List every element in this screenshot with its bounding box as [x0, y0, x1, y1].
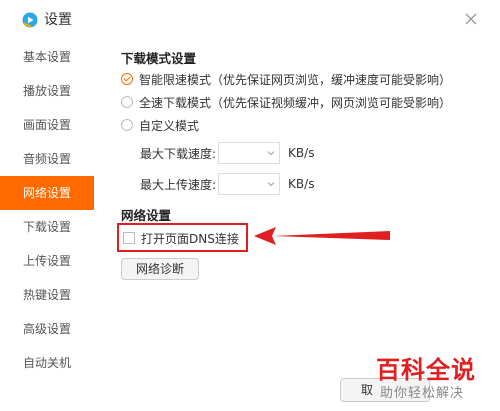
- radio-smart-limit[interactable]: 智能限速模式（优先保证网页浏览，缓冲速度可能受影响）: [121, 69, 451, 89]
- sidebar-item-network[interactable]: 网络设置: [0, 176, 94, 210]
- watermark-sub: 助你轻松解决: [380, 386, 465, 401]
- radio-custom-label: 自定义模式: [139, 118, 200, 133]
- dns-connect-label: 打开页面DNS连接: [141, 231, 239, 246]
- sidebar-item-picture[interactable]: 画面设置: [0, 108, 94, 142]
- network-diagnose-button[interactable]: 网络诊断: [121, 258, 199, 280]
- sidebar-item-hotkey[interactable]: 热键设置: [0, 278, 94, 312]
- max-download-unit: KB/s: [288, 146, 315, 160]
- dns-connect-checkbox-row[interactable]: 打开页面DNS连接: [123, 229, 239, 247]
- window-title: 设置: [44, 12, 72, 28]
- radio-custom[interactable]: 自定义模式: [121, 115, 199, 135]
- download-mode-heading: 下载模式设置: [121, 51, 197, 66]
- title-bar: 设置: [0, 0, 500, 40]
- network-heading: 网络设置: [121, 208, 172, 223]
- radio-icon[interactable]: [121, 119, 133, 131]
- close-icon[interactable]: [464, 12, 478, 26]
- radio-full-speed[interactable]: 全速下载模式（优先保证视频缓冲，网页浏览可能受影响）: [121, 92, 451, 112]
- chevron-down-icon: [267, 151, 275, 156]
- sidebar-item-upload[interactable]: 上传设置: [0, 244, 94, 278]
- sidebar-item-playback[interactable]: 播放设置: [0, 74, 94, 108]
- radio-checked-icon[interactable]: [121, 73, 133, 85]
- sidebar-item-audio[interactable]: 音频设置: [0, 142, 94, 176]
- sidebar-nav: 基本设置 播放设置 画面设置 音频设置 网络设置 下载设置 上传设置 热键设置 …: [0, 40, 94, 411]
- radio-full-speed-label: 全速下载模式（优先保证视频缓冲，网页浏览可能受影响）: [139, 95, 452, 110]
- max-upload-label: 最大上传速度:: [140, 177, 217, 192]
- dns-connect-checkbox[interactable]: [123, 232, 135, 244]
- sidebar-item-download[interactable]: 下载设置: [0, 210, 94, 244]
- watermark-main: 百科全说: [376, 356, 476, 384]
- radio-smart-limit-label: 智能限速模式（优先保证网页浏览，缓冲速度可能受影响）: [139, 72, 452, 87]
- max-upload-row: 最大上传速度: KB/s: [140, 173, 314, 195]
- annotation-arrow-icon: [254, 227, 390, 245]
- max-download-label: 最大下载速度:: [140, 146, 217, 161]
- max-download-row: 最大下载速度: KB/s: [140, 142, 314, 164]
- chevron-down-icon: [267, 182, 275, 187]
- sidebar-item-basic[interactable]: 基本设置: [0, 40, 94, 74]
- max-download-select[interactable]: [218, 142, 281, 164]
- watermark: 百科全说 助你轻松解决: [370, 350, 492, 406]
- max-upload-select[interactable]: [218, 173, 281, 195]
- settings-window: 设置 基本设置 播放设置 画面设置 音频设置 网络设置 下载设置 上传设置 热键…: [0, 0, 500, 411]
- sidebar-item-auto-shutdown[interactable]: 自动关机: [0, 346, 94, 380]
- radio-icon[interactable]: [121, 96, 133, 108]
- app-logo-icon: [22, 12, 38, 28]
- max-upload-unit: KB/s: [288, 177, 315, 191]
- sidebar-item-advanced[interactable]: 高级设置: [0, 312, 94, 346]
